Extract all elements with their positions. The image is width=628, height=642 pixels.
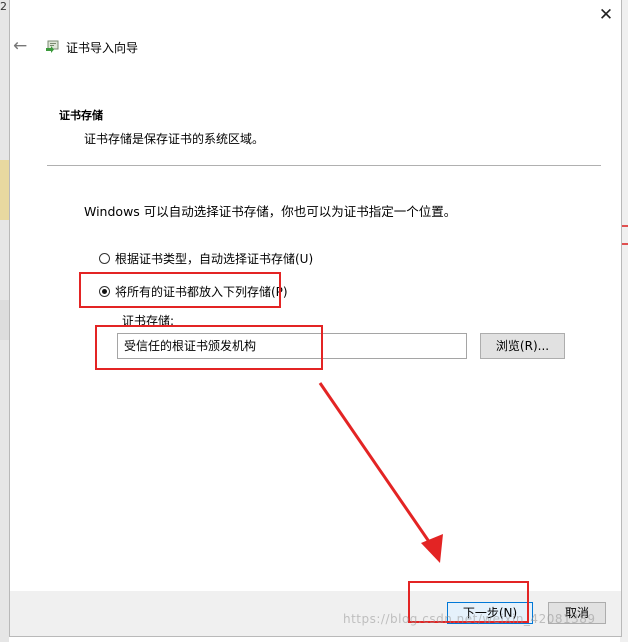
annotation-arrow (318, 382, 443, 563)
watermark: https://blog.csdn.net/weixin_42081389 (343, 612, 596, 626)
